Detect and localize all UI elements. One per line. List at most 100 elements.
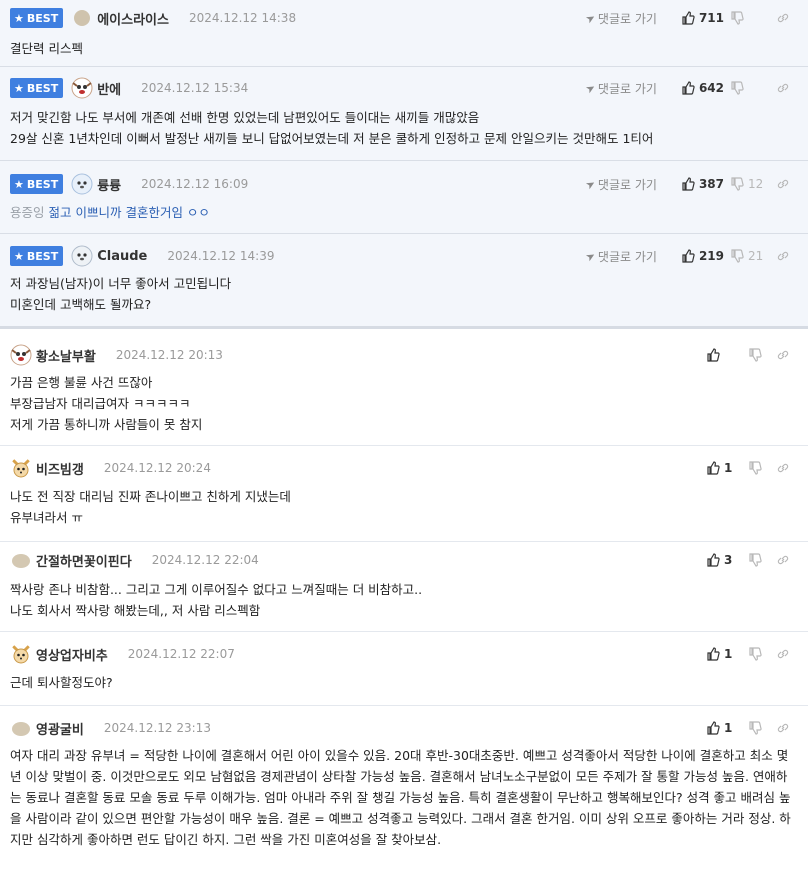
best-badge: ★ BEST [10, 174, 64, 194]
like-button[interactable]: 711 [681, 11, 724, 25]
thumbs-down-icon [749, 461, 762, 475]
dislike-button[interactable] [748, 721, 766, 735]
thumbs-down-icon [749, 553, 762, 567]
avatar[interactable] [10, 717, 32, 739]
link-icon[interactable] [776, 81, 790, 95]
nickname[interactable]: 영상업자비추 [36, 645, 108, 664]
comment-date: 2024.12.12 22:04 [151, 553, 259, 567]
thumbs-up-icon [707, 647, 720, 661]
avatar[interactable] [10, 549, 32, 571]
link-icon[interactable] [776, 461, 790, 475]
dislike-button[interactable] [730, 11, 766, 25]
comment-date: 2024.12.12 20:24 [103, 461, 211, 475]
comment-date: 2024.12.12 23:13 [103, 721, 211, 735]
avatar[interactable] [10, 643, 32, 665]
link-icon[interactable] [776, 721, 790, 735]
dislike-button[interactable] [748, 647, 766, 661]
avatar[interactable] [71, 173, 93, 195]
nickname[interactable]: 영광굴비 [36, 719, 84, 738]
like-button[interactable]: 1 [706, 647, 742, 661]
thumbs-up-icon [682, 177, 695, 191]
dislike-button[interactable]: 12 [730, 177, 766, 191]
nickname[interactable]: 황소날부활 [36, 346, 96, 365]
like-count: 1 [724, 647, 733, 661]
arrow-icon: ➤ [583, 10, 598, 26]
link-icon[interactable] [776, 249, 790, 263]
link-icon[interactable] [776, 11, 790, 25]
like-button[interactable]: 219 [681, 249, 724, 263]
comment-body: 저 과장님(남자)이 너무 좋아서 고민됩니다 미혼인데 고백해도 될까요? [10, 276, 232, 312]
best-badge: ★ BEST [10, 78, 64, 98]
link-icon[interactable] [776, 647, 790, 661]
comment-header: 비즈빔갱 2024.12.12 20:24 1 [10, 456, 798, 480]
avatar[interactable] [10, 344, 32, 366]
go-to-comment-link[interactable]: ➤ 댓글로 가기 [583, 10, 657, 27]
comment-actions: ➤ 댓글로 가기 387 12 [583, 172, 790, 196]
star-icon: ★ [14, 81, 24, 95]
best-badge: ★ BEST [10, 8, 64, 28]
dislike-button[interactable]: 21 [730, 249, 766, 263]
comment-actions: ➤ 댓글로 가기 219 21 [583, 244, 790, 268]
nickname[interactable]: Claude [97, 249, 147, 264]
thumbs-down-icon [731, 177, 744, 191]
link-icon[interactable] [776, 177, 790, 191]
comment-date: 2024.12.12 14:39 [167, 249, 275, 263]
comment-item: 영광굴비 2024.12.12 23:13 1 여자 대리 과장 유부녀 = 적… [0, 706, 808, 879]
nickname[interactable]: 에이스라이스 [97, 9, 169, 28]
avatar[interactable] [10, 457, 32, 479]
thumbs-up-icon [707, 348, 720, 362]
nickname[interactable]: 륭륭 [97, 175, 121, 194]
thumbs-up-icon [682, 11, 695, 25]
arrow-icon: ➤ [583, 176, 598, 192]
like-count: 219 [698, 249, 724, 263]
comment-body: 근데 퇴사할정도야? [10, 675, 113, 690]
thumbs-down-icon [731, 11, 744, 25]
comment-item: 비즈빔갱 2024.12.12 20:24 1 나도 전 직장 대리님 진짜 존… [0, 446, 808, 542]
like-button[interactable]: 1 [706, 461, 742, 475]
nickname[interactable]: 비즈빔갱 [36, 459, 84, 478]
best-comment: ★ BEST 반에 2024.12.12 15:34 ➤ 댓글로 가기 642 저거… [0, 67, 808, 161]
thumbs-down-icon [749, 647, 762, 661]
star-icon: ★ [14, 249, 24, 263]
comment-actions: 1 [700, 456, 790, 480]
best-badge: ★ BEST [10, 246, 64, 266]
avatar[interactable] [71, 7, 93, 29]
star-icon: ★ [14, 177, 24, 191]
comment-item: 간절하면꽃이핀다 2024.12.12 22:04 3 짝사랑 존나 비참함..… [0, 542, 808, 632]
go-to-comment-link[interactable]: ➤ 댓글로 가기 [583, 248, 657, 265]
dislike-button[interactable] [748, 553, 766, 567]
like-button[interactable]: 3 [706, 553, 742, 567]
arrow-icon: ➤ [583, 248, 598, 264]
go-to-comment-link[interactable]: ➤ 댓글로 가기 [583, 176, 657, 193]
mention-tag[interactable]: 용증잉 [10, 205, 45, 220]
link-icon[interactable] [776, 348, 790, 362]
dislike-button[interactable] [748, 348, 766, 362]
thumbs-down-icon [731, 249, 744, 263]
go-to-comment-link[interactable]: ➤ 댓글로 가기 [583, 80, 657, 97]
avatar[interactable] [71, 77, 93, 99]
thumbs-up-icon [707, 461, 720, 475]
like-button[interactable]: 642 [681, 81, 724, 95]
comment-item: 황소날부활 2024.12.12 20:13 가끔 은행 불륜 사건 뜨잖아 부… [0, 329, 808, 446]
comment-actions [700, 343, 790, 367]
nickname[interactable]: 반에 [97, 79, 121, 98]
nickname[interactable]: 간절하면꽃이핀다 [36, 551, 132, 570]
like-button[interactable] [706, 348, 742, 362]
comment-header: 간절하면꽃이핀다 2024.12.12 22:04 3 [10, 548, 798, 572]
dislike-button[interactable] [730, 81, 766, 95]
avatar[interactable] [71, 245, 93, 267]
comment-date: 2024.12.12 14:38 [188, 11, 297, 25]
thumbs-up-icon [682, 249, 695, 263]
like-count: 1 [724, 461, 733, 475]
star-icon: ★ [14, 11, 24, 25]
comment-body: 저거 맞긴함 나도 부서에 개존예 선배 한명 있었는데 남편있어도 들이대는 … [10, 110, 654, 146]
like-button[interactable]: 1 [706, 721, 742, 735]
dislike-button[interactable] [748, 461, 766, 475]
dislike-count: 21 [748, 249, 764, 263]
like-button[interactable]: 387 [681, 177, 724, 191]
comment-body: 용증잉 젊고 이쁘니까 결혼한거임 ㅇㅇ [10, 205, 210, 220]
thumbs-down-icon [749, 348, 762, 362]
best-comment: ★ BEST Claude 2024.12.12 14:39 ➤ 댓글로 가기 21… [0, 234, 808, 329]
comment-actions: ➤ 댓글로 가기 642 [583, 76, 790, 100]
link-icon[interactable] [776, 553, 790, 567]
